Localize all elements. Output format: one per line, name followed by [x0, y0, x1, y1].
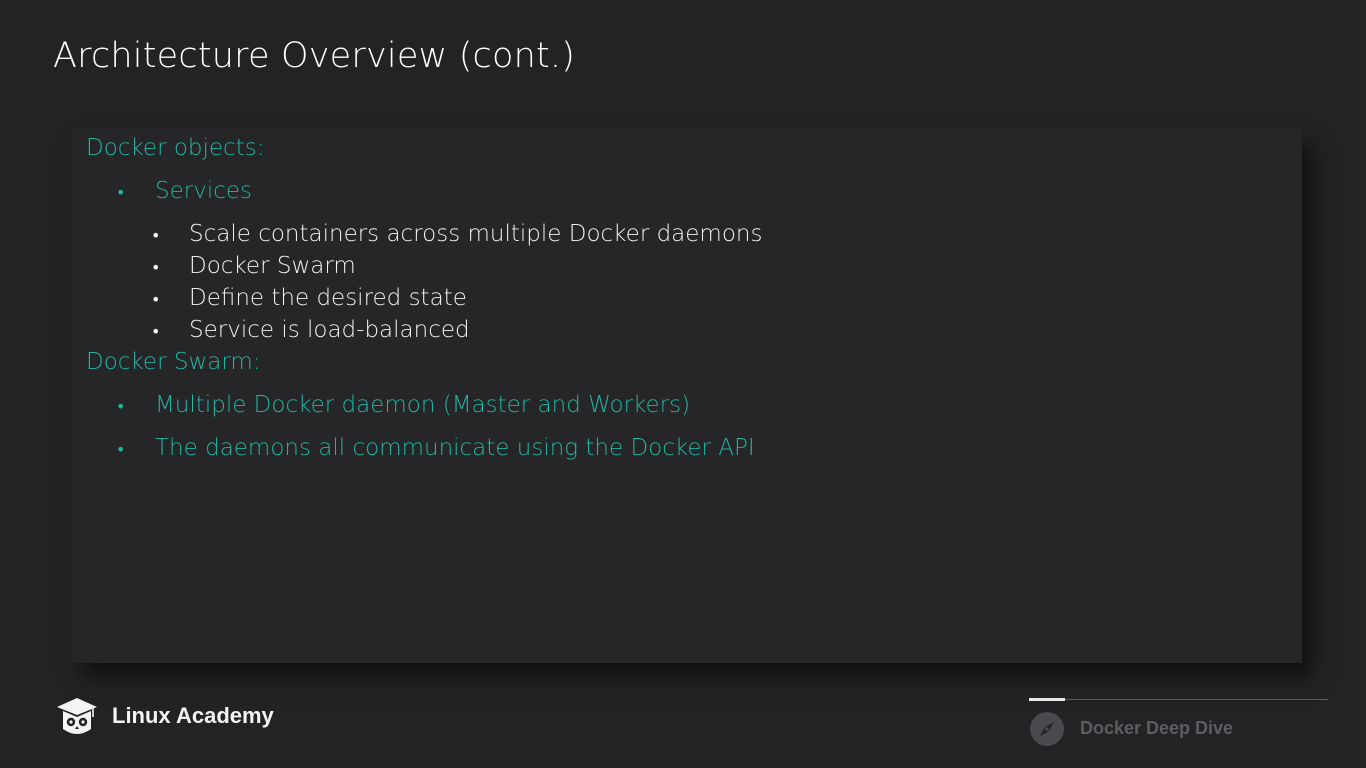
compass-icon — [1029, 711, 1065, 747]
slide-progress-bar — [1029, 698, 1328, 701]
sub-list-item: Define the desired state — [189, 285, 467, 311]
sub-list-item: Scale containers across multiple Docker … — [189, 221, 763, 247]
bullet-icon: • — [151, 226, 161, 245]
owl-graduation-cap-icon — [56, 697, 98, 737]
slide-title: Architecture Overview (cont.) — [53, 36, 576, 76]
bullet-icon: • — [151, 290, 161, 309]
slide: Architecture Overview (cont.) Docker obj… — [0, 0, 1366, 768]
list-item-services: Services — [155, 178, 252, 204]
bullet-icon: • — [116, 440, 126, 459]
content-panel: Docker objects: • Services • Scale conta… — [72, 129, 1302, 663]
sub-list-item: Docker Swarm — [189, 253, 356, 279]
list-item: Multiple Docker daemon (Master and Worke… — [155, 392, 691, 418]
course-title: Docker Deep Dive — [1080, 718, 1234, 738]
sub-list-item: Service is load-balanced — [189, 317, 470, 343]
bullet-icon: • — [116, 397, 126, 416]
slide-progress-fill — [1029, 698, 1065, 701]
section-heading-docker-swarm: Docker Swarm: — [86, 349, 261, 375]
bullet-icon: • — [151, 322, 161, 341]
brand-name: Linux Academy — [112, 703, 274, 728]
bullet-icon: • — [116, 183, 126, 202]
list-item: The daemons all communicate using the Do… — [155, 435, 755, 461]
bullet-icon: • — [151, 258, 161, 277]
section-heading-docker-objects: Docker objects: — [86, 135, 265, 161]
